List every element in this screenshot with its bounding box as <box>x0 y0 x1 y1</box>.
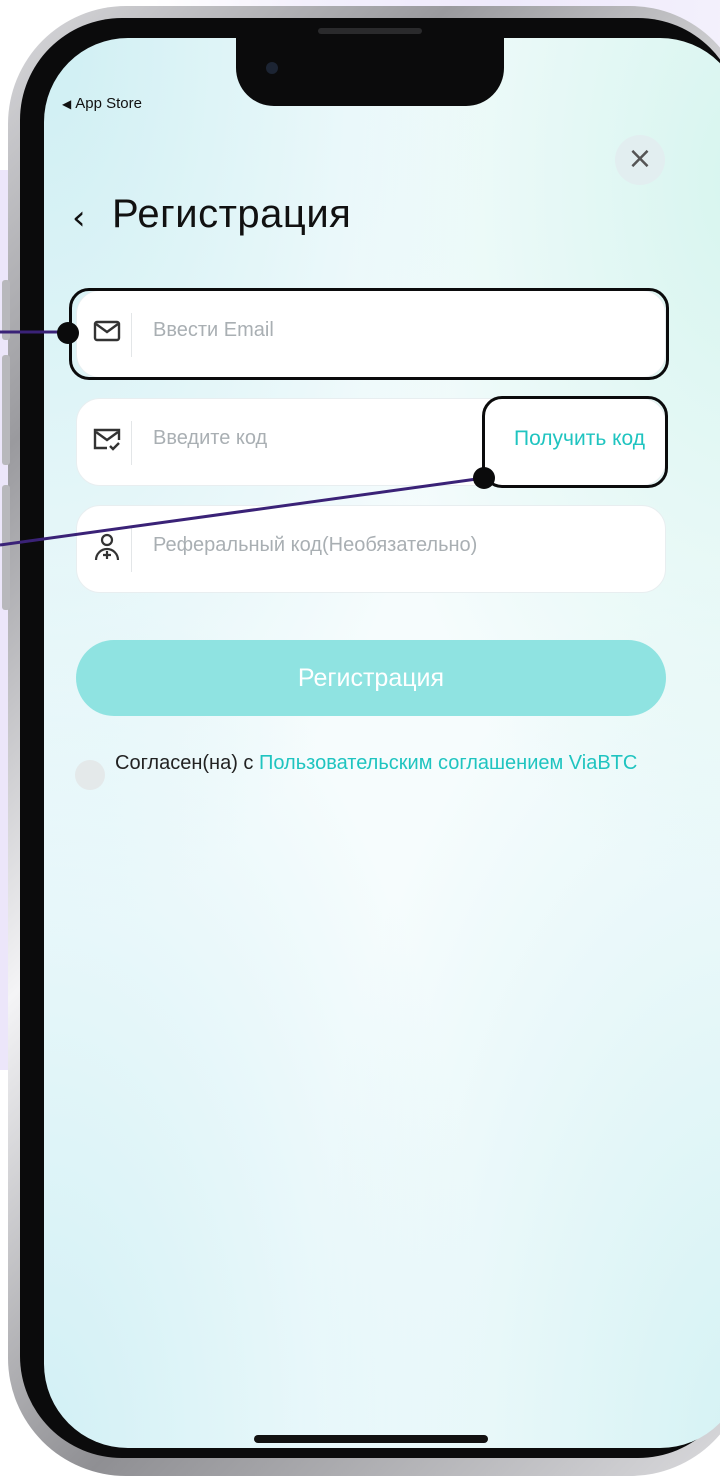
annotation-dot <box>57 322 79 344</box>
annotation-lines <box>0 330 485 547</box>
email-highlight-box <box>69 288 669 380</box>
annotation-dot <box>473 467 495 489</box>
get-code-highlight-box <box>482 396 668 488</box>
screenshot-stage: ◀ App Store × ‹ Регистрация Ввести Email … <box>0 0 720 1479</box>
